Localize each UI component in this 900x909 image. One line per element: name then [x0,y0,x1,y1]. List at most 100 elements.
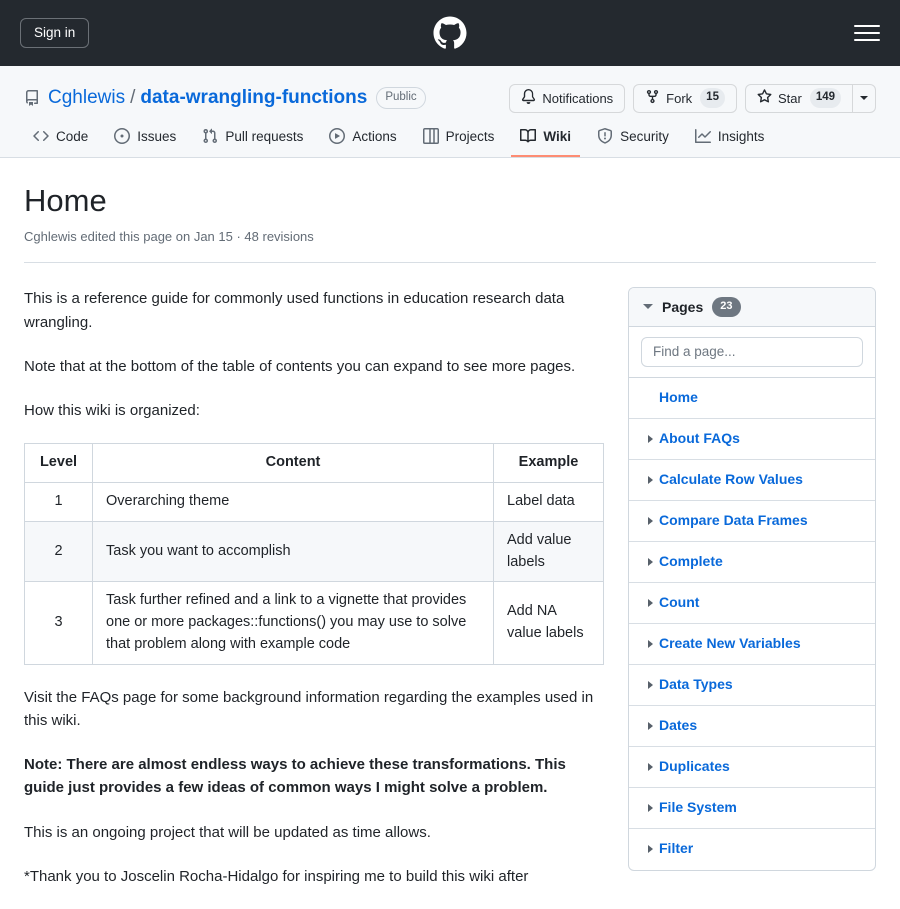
sidebar-item-label[interactable]: Create New Variables [659,634,801,654]
triangle-down-icon[interactable] [643,304,653,310]
repo-owner-link[interactable]: Cghlewis [48,86,125,110]
organization-table: Level Content Example 1 Overarching them… [24,443,604,665]
sidebar-item-calculate-row-values[interactable]: Calculate Row Values [629,460,875,501]
sidebar-item-label[interactable]: File System [659,798,737,818]
sidebar-item-compare-data-frames[interactable]: Compare Data Frames [629,501,875,542]
chevron-right-icon[interactable] [641,803,659,812]
sidebar-item-home[interactable]: Home [629,378,875,419]
page-revision-meta: Cghlewis edited this page on Jan 15 · 48… [24,228,314,244]
fork-count: 15 [700,88,725,108]
tab-pull-requests[interactable]: Pull requests [193,121,312,157]
global-header: Sign in [0,0,900,66]
hamburger-line [854,39,880,41]
chevron-right-icon[interactable] [641,845,659,854]
sidebar-item-label[interactable]: About FAQs [659,429,740,449]
tab-issues-label: Issues [137,128,177,144]
sidebar-pages-count-badge: 23 [712,297,741,317]
sidebar-item-label[interactable]: Filter [659,839,693,859]
cell-content: Task further refined and a link to a vig… [92,581,494,665]
issue-opened-icon [114,128,131,144]
sidebar-pages-header[interactable]: Pages 23 [629,288,875,327]
repo-name-link[interactable]: data-wrangling-functions [140,86,367,110]
chevron-right-icon[interactable] [641,680,659,689]
sidebar-item-count[interactable]: Count [629,583,875,624]
sidebar-item-dates[interactable]: Dates [629,706,875,747]
cell-level: 3 [24,581,93,665]
tab-wiki[interactable]: Wiki [511,121,581,157]
chevron-right-icon[interactable] [641,762,659,771]
cell-example: Add value labels [493,520,604,583]
tab-wiki-label: Wiki [543,128,572,144]
chevron-right-icon[interactable] [641,721,659,730]
star-dropdown-button[interactable] [852,83,876,113]
code-icon [33,128,49,144]
github-mark-icon[interactable] [433,16,467,50]
table-row: 3 Task further refined and a link to a v… [24,581,604,665]
wiki-page: Home Cghlewis edited this page on Jan 15… [0,158,900,909]
sidebar-item-file-system[interactable]: File System [629,788,875,829]
fork-button[interactable]: Fork 15 [633,83,737,113]
cell-example: Label data [493,482,604,522]
repo-visibility-badge: Public [376,87,426,109]
tab-actions[interactable]: Actions [320,121,405,157]
sidebar-item-label[interactable]: Home [659,388,698,408]
sidebar-item-label[interactable]: Count [659,593,699,613]
hamburger-menu-icon[interactable] [854,23,880,43]
repository-header: Cghlewis / data-wrangling-functions Publ… [0,66,900,158]
wiki-content: This is a reference guide for commonly u… [24,287,604,909]
repo-path-separator: / [130,87,136,109]
tab-code[interactable]: Code [24,121,97,157]
bell-icon [521,89,536,107]
sidebar-item-duplicates[interactable]: Duplicates [629,747,875,788]
cell-content: Task you want to accomplish [92,520,494,583]
paragraph-intro: This is a reference guide for commonly u… [24,290,565,331]
shield-icon [597,128,613,144]
page-title: Home [24,183,107,218]
sidebar-item-about-faqs[interactable]: About FAQs [629,419,875,460]
wiki-content-columns: This is a reference guide for commonly u… [24,263,876,909]
chevron-right-icon[interactable] [641,516,659,525]
sidebar-search-wrapper [629,326,875,378]
chevron-right-icon[interactable] [641,557,659,566]
git-pull-request-icon [202,128,218,144]
cell-level: 1 [24,482,93,522]
column-header-example: Example [493,443,604,483]
sidebar-item-label[interactable]: Data Types [659,675,733,695]
chevron-right-icon[interactable] [641,434,659,443]
sidebar-item-create-new-variables[interactable]: Create New Variables [629,624,875,665]
repository-actions: Notifications Fork 15 Star 149 [509,83,876,113]
sidebar-item-data-types[interactable]: Data Types [629,665,875,706]
tab-projects-label: Projects [445,128,495,144]
table-body: 1 Overarching theme Label data 2 Task yo… [24,482,604,665]
chevron-right-icon[interactable] [641,598,659,607]
star-button-group: Star 149 [744,83,876,113]
tab-security[interactable]: Security [588,121,678,157]
chevron-right-icon[interactable] [641,639,659,648]
tab-insights[interactable]: Insights [686,121,774,157]
notifications-label: Notifications [542,90,614,106]
sidebar-item-label[interactable]: Duplicates [659,757,730,777]
sidebar-item-label[interactable]: Compare Data Frames [659,511,808,531]
wiki-page-header: Home Cghlewis edited this page on Jan 15… [24,158,876,264]
repo-forked-icon [645,89,660,107]
sidebar-item-label[interactable]: Dates [659,716,697,736]
paragraph-faqs: Visit the FAQs page for some background … [24,688,594,729]
tab-issues[interactable]: Issues [105,121,185,157]
table-row: 1 Overarching theme Label data [24,482,604,522]
find-a-page-input[interactable] [641,336,863,367]
repo-book-icon [24,90,40,106]
sidebar-item-label[interactable]: Calculate Row Values [659,470,803,490]
sidebar-pages-label: Pages [662,298,704,315]
hamburger-line [854,32,880,34]
sidebar-item-filter[interactable]: Filter [629,829,875,870]
notifications-button[interactable]: Notifications [509,83,626,113]
sidebar-item-complete[interactable]: Complete [629,542,875,583]
chevron-right-icon[interactable] [641,475,659,484]
star-button[interactable]: Star 149 [744,83,852,113]
sidebar-item-label[interactable]: Complete [659,552,723,572]
paragraph-ongoing: This is an ongoing project that will be … [24,823,431,841]
column-header-content: Content [92,443,494,483]
tab-projects[interactable]: Projects [414,121,504,157]
sign-in-button[interactable]: Sign in [20,17,90,49]
fork-label: Fork [666,90,693,106]
